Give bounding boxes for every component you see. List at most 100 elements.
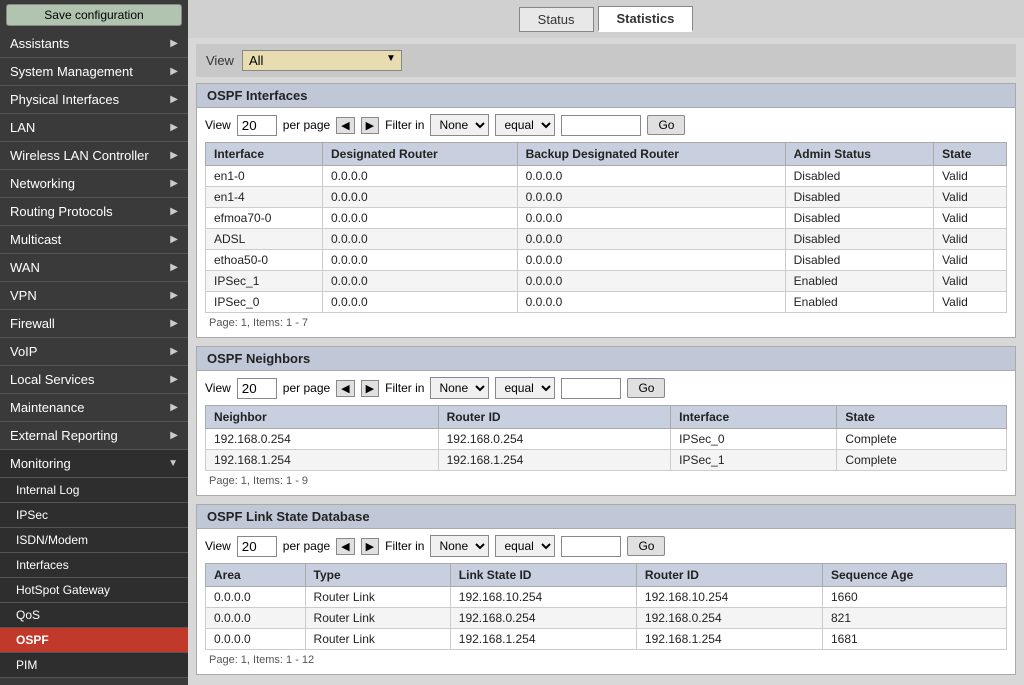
cell-interface: en1-0 (206, 166, 323, 187)
sidebar-item-routing-protocols[interactable]: Routing Protocols ▶ (0, 198, 188, 226)
prev-page-btn-ls[interactable]: ◀ (336, 538, 354, 555)
cell-designated: 0.0.0.0 (323, 187, 518, 208)
filter-select-ls[interactable]: None (430, 535, 489, 557)
ospf-neighbors-filter-row: View 20 per page ◀ ▶ Filter in None equa… (205, 377, 1007, 399)
sidebar-item-label: Firewall (10, 316, 55, 331)
sidebar-item-label: Monitoring (10, 456, 71, 471)
sidebar-item-multicast[interactable]: Multicast ▶ (0, 226, 188, 254)
sidebar-item-vpn[interactable]: VPN ▶ (0, 282, 188, 310)
cell-state: Valid (934, 229, 1007, 250)
status-tab[interactable]: Status (519, 7, 594, 32)
sidebar-item-system-management[interactable]: System Management ▶ (0, 58, 188, 86)
sidebar-item-lan[interactable]: LAN ▶ (0, 114, 188, 142)
ospf-neighbors-panel: OSPF Neighbors View 20 per page ◀ ▶ Filt… (196, 346, 1016, 496)
ospf-interfaces-header: OSPF Interfaces (197, 84, 1015, 108)
sidebar-item-firewall[interactable]: Firewall ▶ (0, 310, 188, 338)
ospf-link-state-per-page-input[interactable]: 20 (237, 536, 277, 557)
sidebar-sub-label: Interfaces (16, 558, 69, 572)
table-row: ethoa50-0 0.0.0.0 0.0.0.0 Disabled Valid (206, 250, 1007, 271)
filter-select-nb[interactable]: None (430, 377, 489, 399)
sidebar-sub-internal-log[interactable]: Internal Log (0, 478, 188, 503)
go-btn-if[interactable]: Go (647, 115, 685, 135)
sidebar-item-assistants[interactable]: Assistants ▶ (0, 30, 188, 58)
view-label-nb: View (205, 381, 231, 395)
sidebar-item-maintenance[interactable]: Maintenance ▶ (0, 394, 188, 422)
cell-backup: 0.0.0.0 (517, 187, 785, 208)
cell-designated: 0.0.0.0 (323, 250, 518, 271)
prev-page-btn-nb[interactable]: ◀ (336, 380, 354, 397)
prev-page-btn-if[interactable]: ◀ (336, 117, 354, 134)
cell-state: Valid (934, 250, 1007, 271)
sidebar-item-voip[interactable]: VoIP ▶ (0, 338, 188, 366)
sidebar-sub-label: HotSpot Gateway (16, 583, 110, 597)
next-page-btn-nb[interactable]: ▶ (361, 380, 379, 397)
view-all-row: View All (196, 44, 1016, 77)
sidebar-item-external-reporting[interactable]: External Reporting ▶ (0, 422, 188, 450)
sidebar-item-label: VPN (10, 288, 37, 303)
sidebar-sub-interfaces[interactable]: Interfaces (0, 553, 188, 578)
sidebar-item-label: System Management (10, 64, 133, 79)
cell-seq-age: 821 (823, 608, 1007, 629)
cell-admin-status: Disabled (785, 166, 933, 187)
cell-link-state-id: 192.168.0.254 (450, 608, 636, 629)
equal-select-nb[interactable]: equal (495, 377, 555, 399)
sidebar-sub-ipsec[interactable]: IPSec (0, 503, 188, 528)
sidebar-item-local-services[interactable]: Local Services ▶ (0, 366, 188, 394)
cell-interface: IPSec_0 (206, 292, 323, 313)
filter-value-ls[interactable] (561, 536, 621, 557)
save-config-button[interactable]: Save configuration (6, 4, 182, 26)
sidebar-sub-hotspot-gateway[interactable]: HotSpot Gateway (0, 578, 188, 603)
sidebar-item-networking[interactable]: Networking ▶ (0, 170, 188, 198)
cell-backup: 0.0.0.0 (517, 250, 785, 271)
filter-value-if[interactable] (561, 115, 641, 136)
sidebar-sub-qos[interactable]: QoS (0, 603, 188, 628)
sidebar-item-physical-interfaces[interactable]: Physical Interfaces ▶ (0, 86, 188, 114)
sidebar-item-wireless-lan[interactable]: Wireless LAN Controller ▶ (0, 142, 188, 170)
content-area: View All OSPF Interfaces View 20 per pag… (188, 38, 1024, 685)
filter-value-nb[interactable] (561, 378, 621, 399)
cell-interface: en1-4 (206, 187, 323, 208)
go-btn-ls[interactable]: Go (627, 536, 665, 556)
equal-select-if[interactable]: equal (495, 114, 555, 136)
chevron-down-icon: ▼ (168, 458, 178, 469)
sidebar-item-monitoring[interactable]: Monitoring ▼ (0, 450, 188, 478)
view-all-select-wrap[interactable]: All (242, 50, 402, 71)
ospf-interfaces-per-page-input[interactable]: 20 (237, 115, 277, 136)
sidebar-sub-pim[interactable]: PIM (0, 653, 188, 678)
cell-designated: 0.0.0.0 (323, 292, 518, 313)
sidebar-item-label: Networking (10, 176, 75, 191)
cell-admin-status: Disabled (785, 229, 933, 250)
cell-designated: 0.0.0.0 (323, 271, 518, 292)
ospf-neighbors-per-page-input[interactable]: 20 (237, 378, 277, 399)
cell-designated: 0.0.0.0 (323, 166, 518, 187)
equal-select-ls[interactable]: equal (495, 535, 555, 557)
table-row: 0.0.0.0 Router Link 192.168.0.254 192.16… (206, 608, 1007, 629)
sidebar-sub-isdn-modem[interactable]: ISDN/Modem (0, 528, 188, 553)
table-row: efmoa70-0 0.0.0.0 0.0.0.0 Disabled Valid (206, 208, 1007, 229)
per-page-label-ls: per page (283, 539, 330, 553)
cell-state: Valid (934, 187, 1007, 208)
statistics-tab[interactable]: Statistics (598, 6, 694, 32)
go-btn-nb[interactable]: Go (627, 378, 665, 398)
filter-select-if[interactable]: None (430, 114, 489, 136)
cell-designated: 0.0.0.0 (323, 208, 518, 229)
cell-neighbor: 192.168.0.254 (206, 429, 439, 450)
sidebar-item-wan[interactable]: WAN ▶ (0, 254, 188, 282)
view-all-select[interactable]: All (242, 50, 402, 71)
chevron-right-icon: ▶ (170, 122, 178, 133)
cell-state: Valid (934, 271, 1007, 292)
ospf-neighbors-table: Neighbor Router ID Interface State 192.1… (205, 405, 1007, 471)
chevron-right-icon: ▶ (170, 346, 178, 357)
sidebar-sub-ospf[interactable]: OSPF (0, 628, 188, 653)
ospf-link-state-page-info: Page: 1, Items: 1 - 12 (205, 650, 1007, 668)
cell-backup: 0.0.0.0 (517, 271, 785, 292)
chevron-right-icon: ▶ (170, 38, 178, 49)
cell-type: Router Link (305, 608, 450, 629)
ospf-neighbors-body: View 20 per page ◀ ▶ Filter in None equa… (197, 371, 1015, 495)
cell-link-state-id: 192.168.1.254 (450, 629, 636, 650)
cell-interface: IPSec_0 (671, 429, 837, 450)
next-page-btn-ls[interactable]: ▶ (361, 538, 379, 555)
cell-admin-status: Disabled (785, 187, 933, 208)
next-page-btn-if[interactable]: ▶ (361, 117, 379, 134)
chevron-right-icon: ▶ (170, 290, 178, 301)
